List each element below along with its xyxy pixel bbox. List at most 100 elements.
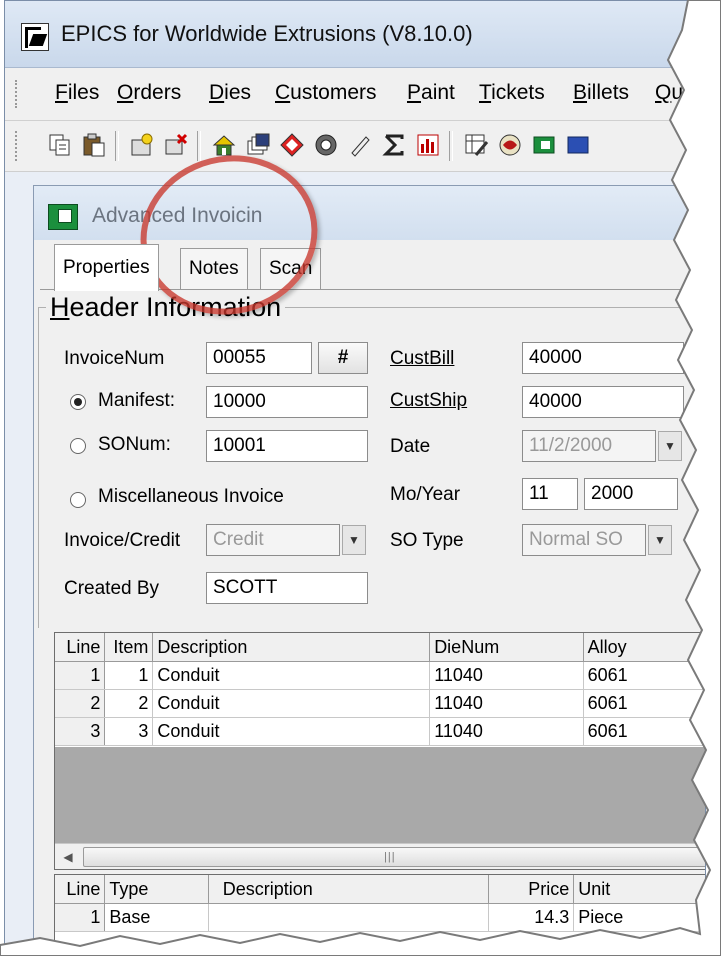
sonum-label: SONum: (98, 434, 171, 455)
menu-customers[interactable]: Customers (275, 81, 377, 105)
invoice-window-icon[interactable] (48, 204, 78, 230)
sum-icon[interactable] (379, 130, 409, 160)
menu-files[interactable]: Files (55, 81, 99, 105)
cell-line[interactable]: 1 (55, 661, 106, 690)
so-type-dropdown-button[interactable]: ▼ (648, 525, 672, 555)
cell-dienum[interactable]: 11040 (429, 717, 584, 746)
invoice-window-title: Advanced Invoicin (92, 204, 263, 227)
invoice-window-title-bar: Advanced Invoicin (34, 186, 705, 240)
manifest-radio[interactable] (70, 394, 86, 410)
title-bar: EPICS for Worldwide Extrusions (V8.10.0) (5, 1, 705, 68)
cell-item[interactable]: 3 (104, 717, 154, 746)
manifest-field[interactable]: 10000 (206, 386, 368, 418)
invoice-window: Advanced Invoicin Properties Notes Scan … (33, 185, 705, 951)
scroll-left-icon[interactable]: ◀ (59, 848, 77, 866)
cell-item[interactable]: 1 (104, 661, 154, 690)
invoice-credit-dropdown-button[interactable]: ▼ (342, 525, 366, 555)
menu-quotes[interactable]: Quo (655, 81, 695, 105)
misc-invoice-radio[interactable] (70, 492, 86, 508)
cell-type[interactable]: Base (104, 903, 209, 932)
custbill-field[interactable]: 40000 (522, 342, 684, 374)
cell-description[interactable]: Conduit (152, 661, 431, 690)
cell-description[interactable] (208, 903, 489, 932)
window-icon[interactable] (529, 130, 559, 160)
custship-field[interactable]: 40000 (522, 386, 684, 418)
cell-alloy[interactable]: 6061 (583, 689, 705, 718)
invoice-lines-grid[interactable]: Line Item Description DieNum Alloy 1 1 C… (54, 632, 705, 870)
edge-label: St (690, 530, 705, 551)
menu-dies[interactable]: Dies (209, 81, 251, 105)
invoice-num-field[interactable]: 00055 (206, 342, 312, 374)
house-icon[interactable] (209, 130, 239, 160)
column-header-item[interactable]: Item (104, 633, 154, 662)
column-header-line[interactable]: Line (55, 875, 106, 904)
cell-alloy[interactable]: 6061 (583, 717, 705, 746)
tab-scan[interactable]: Scan (260, 248, 322, 289)
new-order-icon[interactable] (127, 130, 157, 160)
app-logo-icon[interactable] (21, 23, 49, 51)
menu-orders[interactable]: Orders (117, 81, 181, 105)
cell-alloy[interactable]: 6061 (583, 661, 705, 690)
diamond-icon[interactable] (277, 130, 307, 160)
cell-line[interactable]: 1 (55, 903, 106, 932)
circle-icon[interactable] (311, 130, 341, 160)
column-header-unit[interactable]: Unit (573, 875, 705, 904)
sonum-field[interactable]: 10001 (206, 430, 368, 462)
cell-price[interactable]: 14.3 (488, 903, 575, 932)
toolbar-grip[interactable] (15, 131, 21, 161)
date-dropdown-button[interactable]: ▼ (658, 431, 682, 461)
column-header-dienum[interactable]: DieNum (429, 633, 584, 662)
window-icon[interactable] (563, 130, 593, 160)
invoice-charges-grid[interactable]: Line Type Description Price Unit 1 Base (54, 874, 705, 951)
column-header-description[interactable]: Description (152, 633, 431, 662)
invoice-number-button[interactable]: # (318, 342, 368, 374)
column-header-line[interactable]: Line (55, 633, 106, 662)
column-header-alloy[interactable]: Alloy (583, 633, 705, 662)
cell-description[interactable]: Conduit (152, 689, 431, 718)
menu-bar: Files Orders Dies Customers Paint Ticket… (5, 68, 705, 121)
sonum-radio[interactable] (70, 438, 86, 454)
menu-tickets[interactable]: Tickets (479, 81, 545, 105)
table-row[interactable]: 1 Base 14.3 Piece (55, 903, 705, 932)
cell-item[interactable]: 2 (104, 689, 154, 718)
menu-paint[interactable]: Paint (407, 81, 455, 105)
toolbar-separator (449, 131, 453, 161)
copy-icon[interactable] (45, 130, 75, 160)
cell-dienum[interactable]: 11040 (429, 661, 584, 690)
horizontal-scrollbar[interactable]: ◀ (55, 843, 705, 869)
delete-order-icon[interactable] (161, 130, 191, 160)
custship-link[interactable]: CustShip (390, 390, 467, 412)
globe-icon[interactable] (495, 130, 525, 160)
year-field[interactable]: 2000 (584, 478, 678, 510)
table-row[interactable]: 3 3 Conduit 11040 6061 (55, 717, 705, 746)
chart-icon[interactable] (413, 130, 443, 160)
so-type-select[interactable]: Normal SO (522, 524, 646, 556)
cell-unit[interactable]: Piece (573, 903, 705, 932)
edge-label: C (696, 348, 705, 370)
scrollbar-thumb[interactable] (83, 847, 705, 867)
cell-description[interactable]: Conduit (152, 717, 431, 746)
custbill-link[interactable]: CustBill (390, 348, 454, 370)
pen-icon[interactable] (345, 130, 375, 160)
column-header-type[interactable]: Type (104, 875, 209, 904)
cell-line[interactable]: 2 (55, 689, 106, 718)
column-header-description[interactable]: Description (208, 875, 489, 904)
month-field[interactable]: 11 (522, 478, 578, 510)
tab-properties[interactable]: Properties (54, 244, 159, 291)
created-by-field[interactable]: SCOTT (206, 572, 368, 604)
header-group-label: Header Information (46, 292, 286, 323)
cell-line[interactable]: 3 (55, 717, 106, 746)
menu-grip[interactable] (15, 80, 21, 108)
paste-icon[interactable] (79, 130, 109, 160)
invoice-credit-select[interactable]: Credit (206, 524, 340, 556)
documents-icon[interactable] (243, 130, 273, 160)
edit-grid-icon[interactable] (461, 130, 491, 160)
date-field[interactable]: 11/2/2000 (522, 430, 656, 462)
cell-dienum[interactable]: 11040 (429, 689, 584, 718)
menu-billets[interactable]: Billets (573, 81, 629, 105)
tab-notes[interactable]: Notes (180, 248, 248, 289)
table-row[interactable]: 2 2 Conduit 11040 6061 (55, 689, 705, 718)
manifest-label: Manifest: (98, 390, 176, 411)
column-header-price[interactable]: Price (488, 875, 575, 904)
table-row[interactable]: 1 1 Conduit 11040 6061 (55, 661, 705, 690)
